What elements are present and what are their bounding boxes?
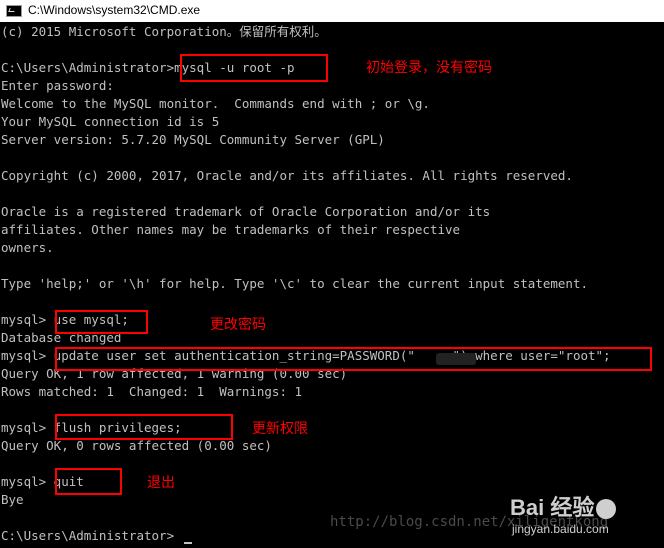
terminal-output[interactable]: (c) 2015 Microsoft Corporation。保留所有权利。 C… [0, 22, 664, 548]
baidu-domain: jingyan.baidu.com [512, 522, 609, 536]
cmd-icon [6, 5, 22, 17]
terminal-line: affiliates. Other names may be trademark… [1, 222, 461, 237]
terminal-line: Welcome to the MySQL monitor. Commands e… [1, 96, 430, 111]
exit-annotation: 退出 [147, 475, 175, 491]
terminal-line: owners. [1, 240, 54, 255]
terminal-line: Type 'help;' or '\h' for help. Type '\c'… [1, 276, 588, 291]
use-mysql-highlight [55, 310, 148, 334]
login-command-highlight [180, 54, 328, 82]
terminal-line: Your MySQL connection id is 5 [1, 114, 220, 129]
terminal-line: Rows matched: 1 Changed: 1 Warnings: 1 [1, 384, 303, 399]
window-titlebar[interactable]: C:\Windows\system32\CMD.exe [0, 0, 664, 23]
terminal-line: Bye [1, 492, 24, 507]
text-cursor [184, 542, 192, 544]
flush-privileges-highlight [55, 414, 233, 440]
baidu-jingyan-watermark: Bai 经验 jingyan.baidu.com [510, 490, 618, 536]
terminal-line: Enter password: [1, 78, 114, 93]
login-annotation: 初始登录，没有密码 [366, 60, 492, 76]
window-title: C:\Windows\system32\CMD.exe [28, 3, 201, 17]
terminal-line: Copyright (c) 2000, 2017, Oracle and/or … [1, 168, 573, 183]
paw-icon [596, 499, 617, 520]
terminal-line: Server version: 5.7.20 MySQL Community S… [1, 132, 385, 147]
terminal-line: (c) 2015 Microsoft Corporation。保留所有权利。 [1, 24, 327, 39]
refresh-privileges-annotation: 更新权限 [252, 421, 308, 437]
change-password-annotation: 更改密码 [210, 317, 266, 333]
terminal-line: Oracle is a registered trademark of Orac… [1, 204, 491, 219]
update-password-highlight [55, 347, 652, 371]
terminal-line: C:\Users\Administrator> [1, 528, 175, 543]
quit-highlight [55, 468, 122, 495]
baidu-brand-text: Bai 经验 [510, 495, 595, 520]
